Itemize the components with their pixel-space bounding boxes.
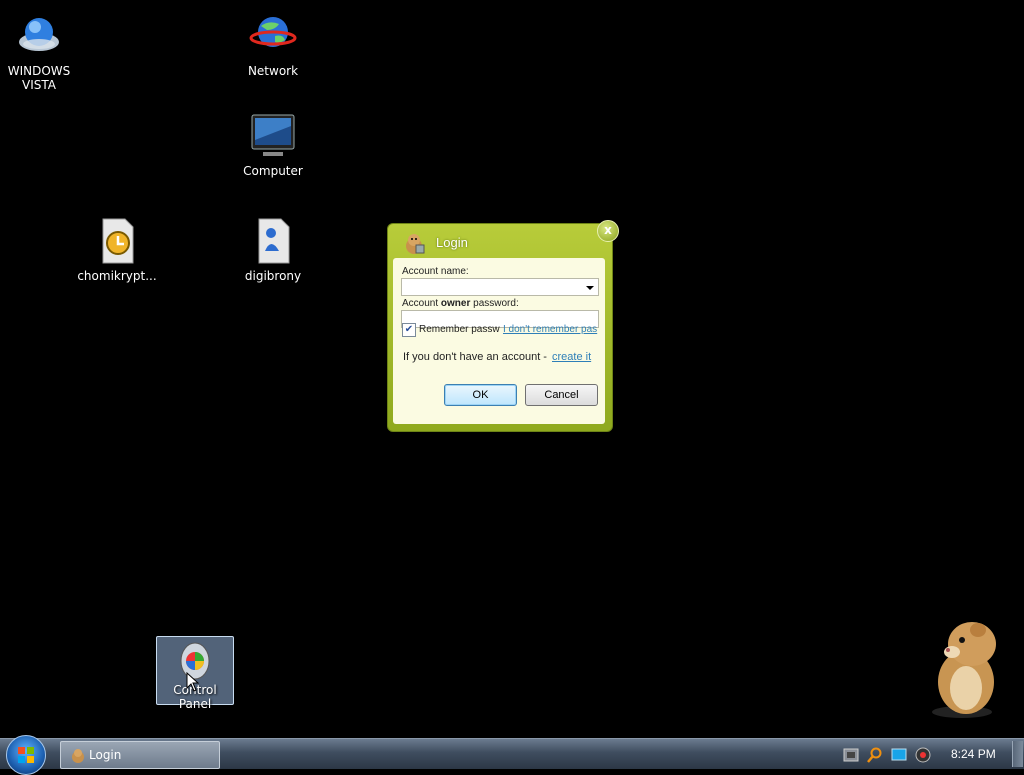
dialog-panel: Account name: Account owner password: ✔ …	[393, 258, 605, 424]
ok-button[interactable]: OK	[444, 384, 517, 406]
search-tray-icon[interactable]	[867, 747, 883, 763]
desktop-icon-computer[interactable]: Computer	[233, 112, 313, 178]
dialog-title: Login	[436, 235, 468, 250]
no-account-text: If you don't have an account -	[403, 351, 547, 363]
show-desktop-button[interactable]	[1012, 741, 1023, 767]
remember-password-label: Remember passw	[419, 324, 500, 335]
clock-file-icon	[93, 217, 141, 265]
desktop-icon-control-panel[interactable]: Control Panel	[156, 636, 234, 711]
network-globe-icon	[249, 12, 297, 60]
mouse-cursor-icon	[186, 671, 200, 692]
taskbar-button-label: Login	[89, 748, 122, 762]
taskbar: Login 8:24 PM	[0, 735, 1024, 775]
windows-vista-icon	[15, 12, 63, 60]
close-icon: x	[604, 223, 612, 237]
icon-label: Computer	[243, 164, 303, 178]
account-name-label: Account name:	[402, 266, 469, 277]
volume-tray-icon[interactable]	[915, 747, 931, 763]
windows-logo-icon	[18, 747, 34, 763]
icon-label: digibrony	[244, 269, 302, 283]
icon-label-line1: WINDOWS	[7, 64, 71, 78]
cancel-button[interactable]: Cancel	[525, 384, 598, 406]
login-dialog: Login x Account name: Account owner pass…	[387, 220, 619, 432]
system-clock[interactable]: 8:24 PM	[951, 739, 996, 769]
icon-label: Network	[247, 64, 299, 78]
dialog-title-bar[interactable]: Login x	[388, 220, 619, 258]
chevron-down-icon[interactable]	[586, 286, 594, 290]
desktop-icon-chomikrypt[interactable]: chomikrypt...	[77, 217, 157, 283]
network-tray-icon[interactable]	[843, 747, 859, 763]
taskbar-button-login[interactable]: Login	[60, 741, 220, 769]
digibrony-shortcut-icon	[249, 217, 297, 265]
desktop-icon-network[interactable]: Network	[233, 12, 313, 78]
hamster-icon	[72, 749, 84, 763]
forgot-password-link[interactable]: I don't remember pas	[503, 324, 597, 335]
close-button[interactable]: x	[597, 220, 619, 242]
display-tray-icon[interactable]	[891, 747, 907, 763]
desktop-icon-digibrony[interactable]: digibrony	[233, 217, 313, 283]
remember-password-checkbox[interactable]: ✔	[402, 323, 416, 337]
create-account-link[interactable]: create it	[552, 351, 591, 363]
computer-monitor-icon	[249, 112, 297, 160]
desktop-icon-windows-vista[interactable]: WINDOWS VISTA	[0, 12, 79, 92]
hamster-icon	[402, 231, 426, 255]
hamster-mascot[interactable]	[922, 616, 1008, 720]
start-button[interactable]	[6, 735, 46, 775]
account-name-combo[interactable]	[401, 278, 599, 296]
icon-label: chomikrypt...	[77, 269, 157, 283]
password-label: Account owner password:	[402, 298, 519, 309]
icon-label-line2: VISTA	[22, 78, 56, 92]
